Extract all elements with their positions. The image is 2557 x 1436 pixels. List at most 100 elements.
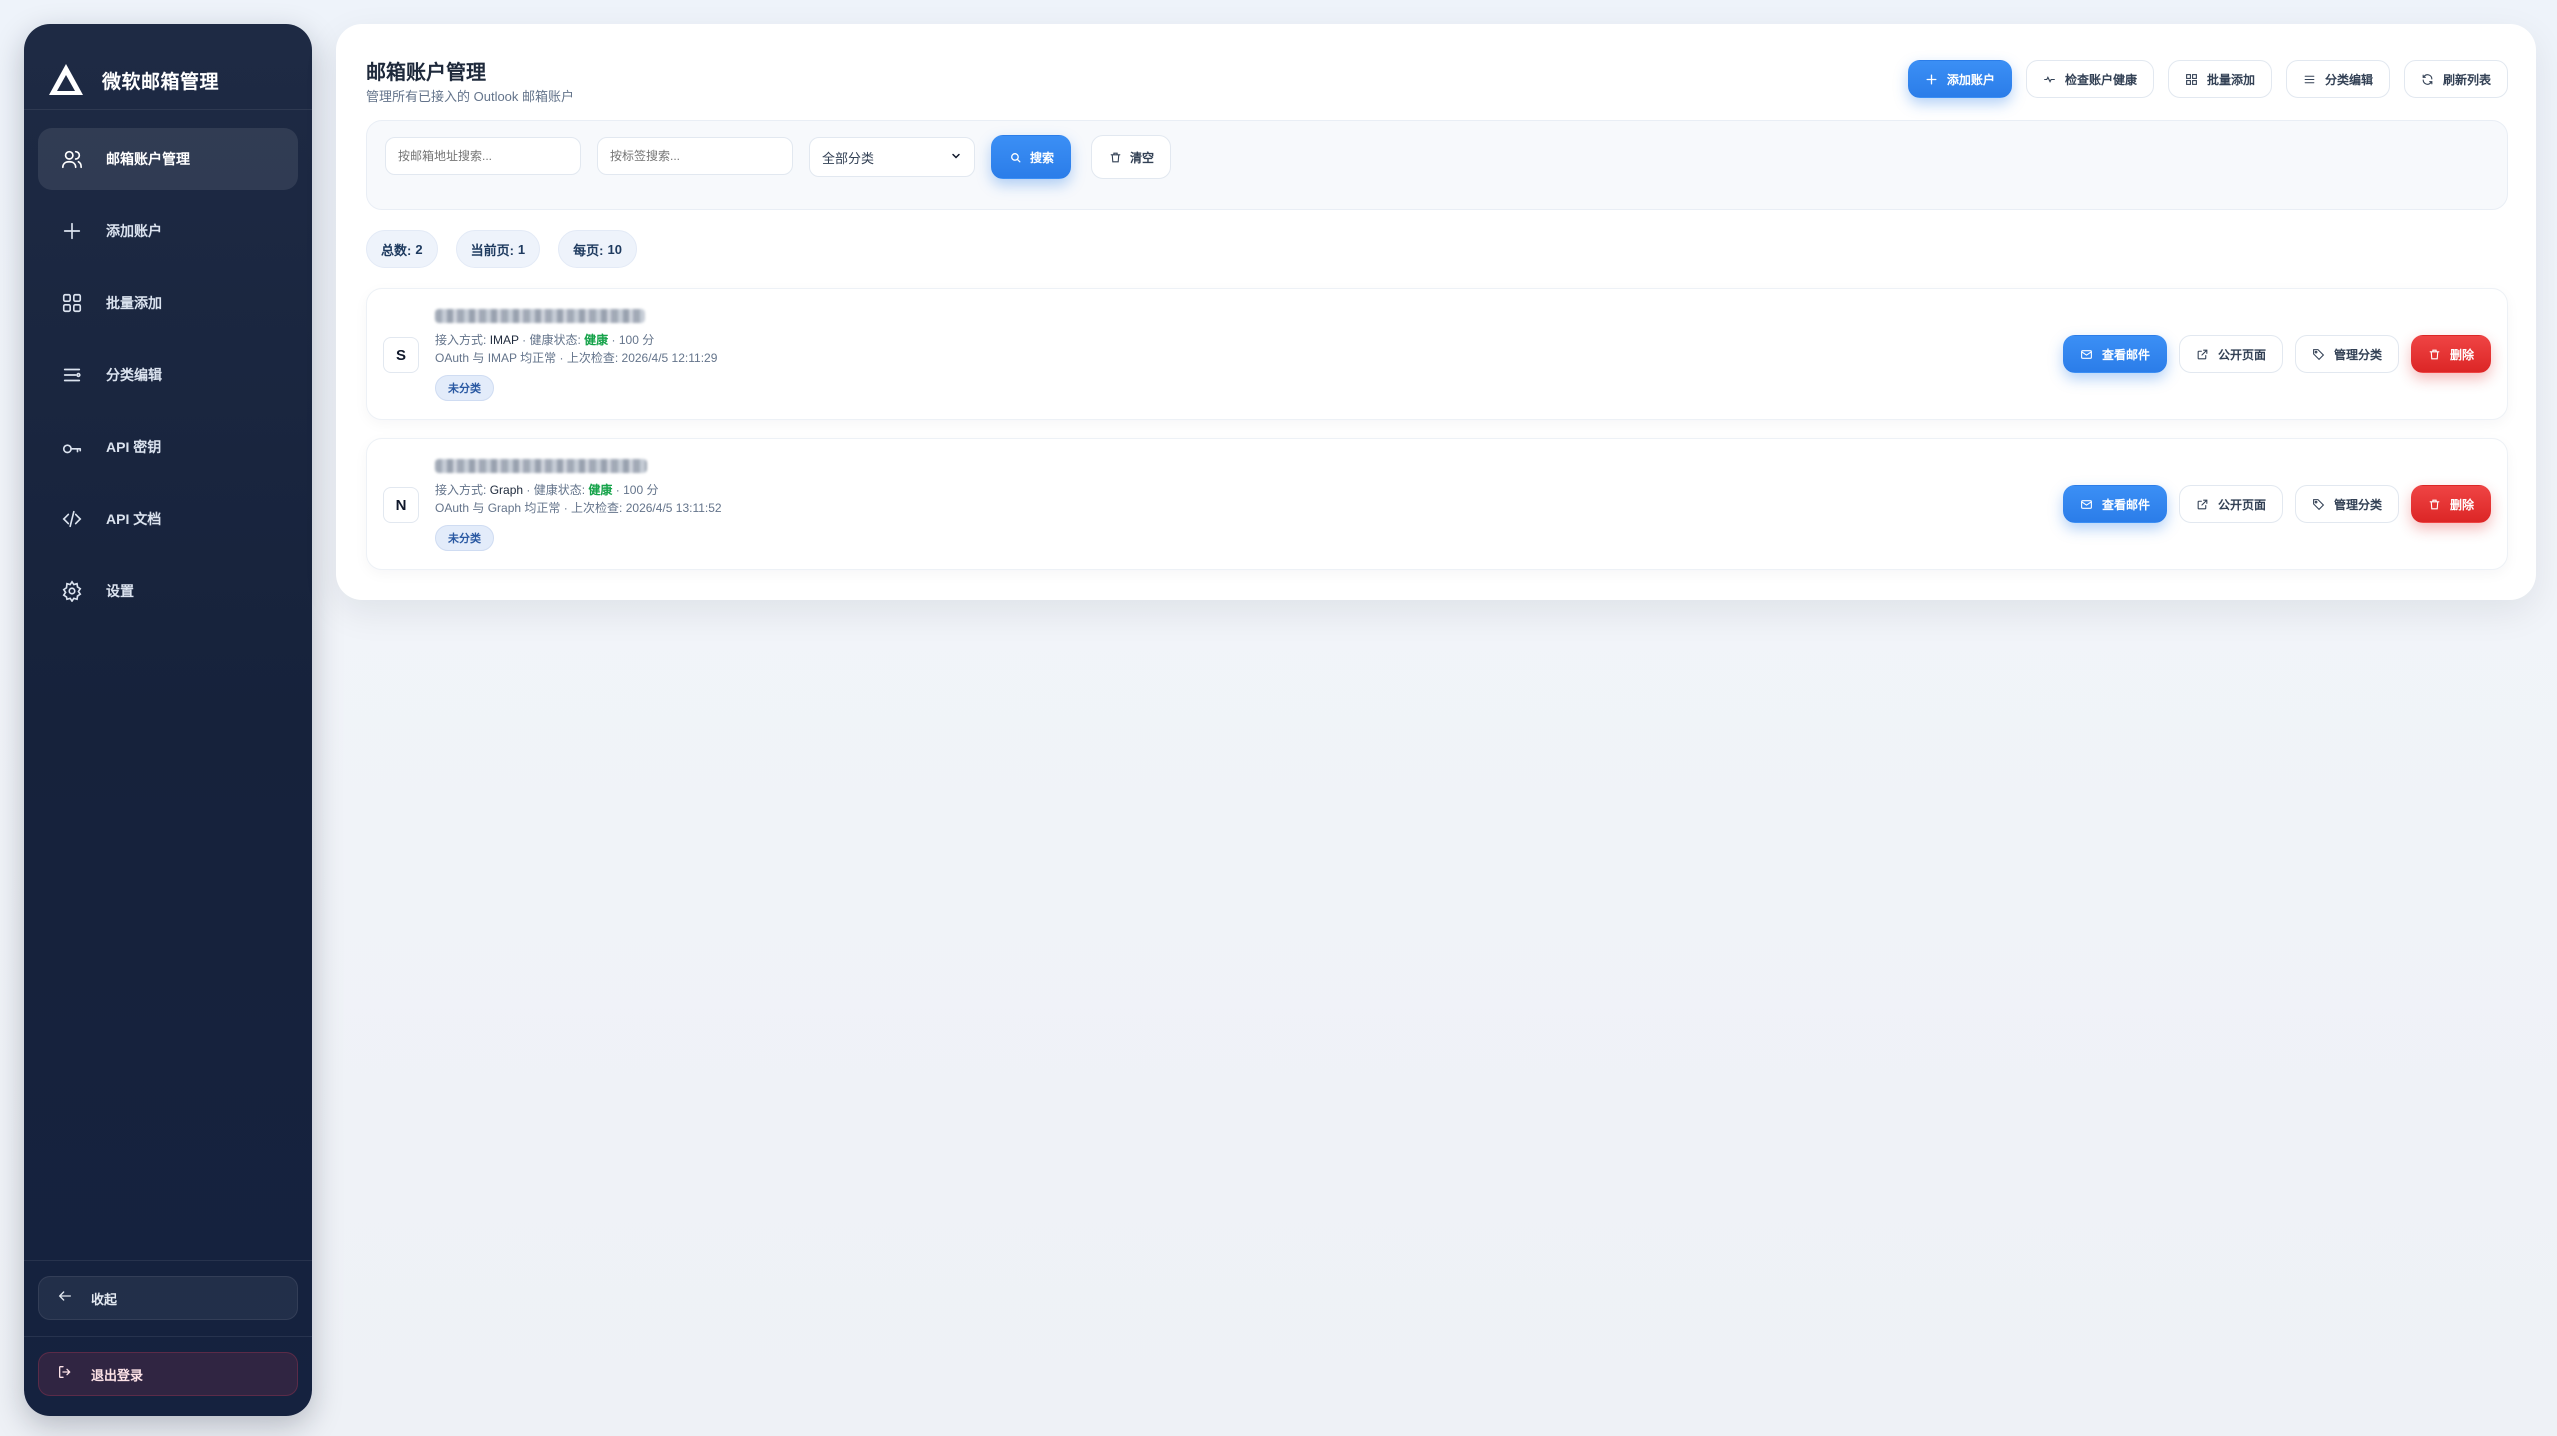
button-label: 查看邮件	[2101, 347, 2150, 362]
button-label: 添加账户	[1946, 72, 1995, 87]
button-label: 管理分类	[2333, 347, 2382, 362]
account-status: OAuth 与 Graph 均正常 · 上次检查: 2026/4/5 13:11…	[435, 501, 722, 515]
sidebar-nav: 邮箱账户管理 添加账户 批量添加 分类编辑 API 密钥 API 文档 设置	[38, 128, 298, 632]
meta-label: 健康状态:	[533, 483, 586, 497]
search-icon	[1008, 150, 1022, 164]
button-label: 检查账户健康	[2064, 72, 2137, 87]
collapse-label: 收起	[91, 1291, 118, 1307]
account-row: N 接入方式: Graph · 健康状态: 健康 · 100 分 OAuth 与…	[366, 438, 2508, 570]
meta-label: 接入方式:	[435, 483, 487, 497]
sidebar-item-label: 批量添加	[106, 295, 162, 311]
account-meta: 接入方式: Graph · 健康状态: 健康 · 100 分	[435, 483, 659, 497]
page-title: 邮箱账户管理	[366, 62, 486, 84]
app-logo-icon	[46, 60, 86, 100]
search-button[interactable]: 搜索	[991, 135, 1072, 179]
delete-button[interactable]: 删除	[2410, 335, 2491, 373]
public-page-button[interactable]: 公开页面	[2178, 485, 2283, 523]
main-panel: 邮箱账户管理 管理所有已接入的 Outlook 邮箱账户 添加账户 检查账户健康…	[336, 24, 2536, 600]
brand[interactable]: 微软邮箱管理	[46, 50, 312, 110]
button-label: 管理分类	[2333, 497, 2382, 512]
delete-button[interactable]: 删除	[2410, 485, 2491, 523]
refresh-icon	[2421, 72, 2435, 86]
button-label: 搜索	[1030, 150, 1055, 165]
button-label: 清空	[1130, 150, 1155, 165]
stat-value: 10	[607, 241, 622, 257]
public-page-button[interactable]: 公开页面	[2178, 335, 2283, 373]
sidebar-item-label: API 文档	[106, 511, 162, 527]
tag-icon	[2312, 497, 2326, 511]
logout-label: 退出登录	[91, 1367, 144, 1383]
batch-add-button[interactable]: 批量添加	[2167, 60, 2272, 98]
sidebar-item-accounts[interactable]: 邮箱账户管理	[38, 128, 298, 190]
meta-label: 上次检查:	[571, 501, 623, 515]
status-text: OAuth 与 IMAP 均正常	[435, 351, 557, 365]
sidebar: 微软邮箱管理 邮箱账户管理 添加账户 批量添加 分类编辑 API 密钥 API …	[24, 24, 312, 1416]
users-icon	[60, 147, 84, 171]
total-count-chip: 总数: 2	[366, 230, 438, 268]
pulse-icon	[2043, 72, 2057, 86]
trash-icon	[2428, 347, 2442, 361]
stats-bar: 总数: 2 当前页: 1 每页: 10	[366, 230, 637, 268]
email-search-input[interactable]	[385, 137, 581, 175]
sidebar-item-settings[interactable]: 设置	[38, 560, 298, 622]
trash-icon	[1108, 150, 1122, 164]
logout-icon	[57, 1364, 73, 1385]
list-icon	[2303, 72, 2317, 86]
category-select[interactable]: 全部分类	[809, 137, 975, 177]
health-status: 健康	[584, 333, 609, 347]
button-label: 查看邮件	[2101, 497, 2150, 512]
button-label: 删除	[2449, 347, 2474, 362]
category-tag: 未分类	[435, 525, 494, 551]
logout-button[interactable]: 退出登录	[38, 1352, 298, 1396]
button-label: 分类编辑	[2324, 72, 2373, 87]
clear-button[interactable]: 清空	[1091, 135, 1172, 179]
current-page-chip: 当前页: 1	[455, 230, 541, 268]
list-icon	[60, 363, 84, 387]
mail-icon	[2080, 497, 2094, 511]
health-score: 100 分	[618, 333, 655, 347]
gear-icon	[60, 579, 84, 603]
check-health-button[interactable]: 检查账户健康	[2025, 60, 2154, 98]
sidebar-item-category-edit[interactable]: 分类编辑	[38, 344, 298, 406]
manage-category-button[interactable]: 管理分类	[2294, 335, 2399, 373]
divider	[24, 109, 312, 110]
button-label: 公开页面	[2217, 497, 2266, 512]
view-mail-button[interactable]: 查看邮件	[2062, 485, 2167, 523]
access-method: Graph	[489, 483, 524, 497]
brand-title: 微软邮箱管理	[102, 71, 220, 93]
account-row: S 接入方式: IMAP · 健康状态: 健康 · 100 分 OAuth 与 …	[366, 288, 2508, 420]
stat-label: 总数:	[381, 242, 412, 258]
sidebar-item-batch-add[interactable]: 批量添加	[38, 272, 298, 334]
view-mail-button[interactable]: 查看邮件	[2062, 335, 2167, 373]
mail-icon	[2080, 347, 2094, 361]
collapse-button[interactable]: 收起	[38, 1276, 298, 1320]
last-check-time: 2026/4/5 12:11:29	[621, 351, 718, 365]
email-address-redacted	[435, 309, 645, 323]
health-status: 健康	[588, 483, 613, 497]
sidebar-item-api-key[interactable]: API 密钥	[38, 416, 298, 478]
arrow-left-icon	[57, 1288, 73, 1309]
divider	[24, 1336, 312, 1337]
meta-label: 接入方式:	[435, 333, 487, 347]
per-page-chip: 每页: 10	[558, 230, 637, 268]
category-edit-button[interactable]: 分类编辑	[2285, 60, 2390, 98]
key-icon	[60, 435, 84, 459]
external-link-icon	[2196, 497, 2210, 511]
sidebar-item-label: 设置	[106, 583, 134, 599]
sidebar-item-api-docs[interactable]: API 文档	[38, 488, 298, 550]
button-label: 批量添加	[2206, 72, 2255, 87]
manage-category-button[interactable]: 管理分类	[2294, 485, 2399, 523]
email-address-redacted	[435, 459, 647, 473]
page-subtitle: 管理所有已接入的 Outlook 邮箱账户	[366, 89, 575, 104]
sidebar-item-label: 添加账户	[106, 223, 162, 239]
status-text: OAuth 与 Graph 均正常	[435, 501, 561, 515]
button-label: 删除	[2449, 497, 2474, 512]
sidebar-item-label: API 密钥	[106, 439, 162, 455]
meta-label: 上次检查:	[566, 351, 619, 365]
stat-value: 1	[517, 241, 526, 257]
add-account-button[interactable]: 添加账户	[1907, 60, 2012, 98]
sidebar-item-add-account[interactable]: 添加账户	[38, 200, 298, 262]
avatar: S	[383, 337, 419, 373]
refresh-list-button[interactable]: 刷新列表	[2403, 60, 2508, 98]
tag-search-input[interactable]	[597, 137, 793, 175]
